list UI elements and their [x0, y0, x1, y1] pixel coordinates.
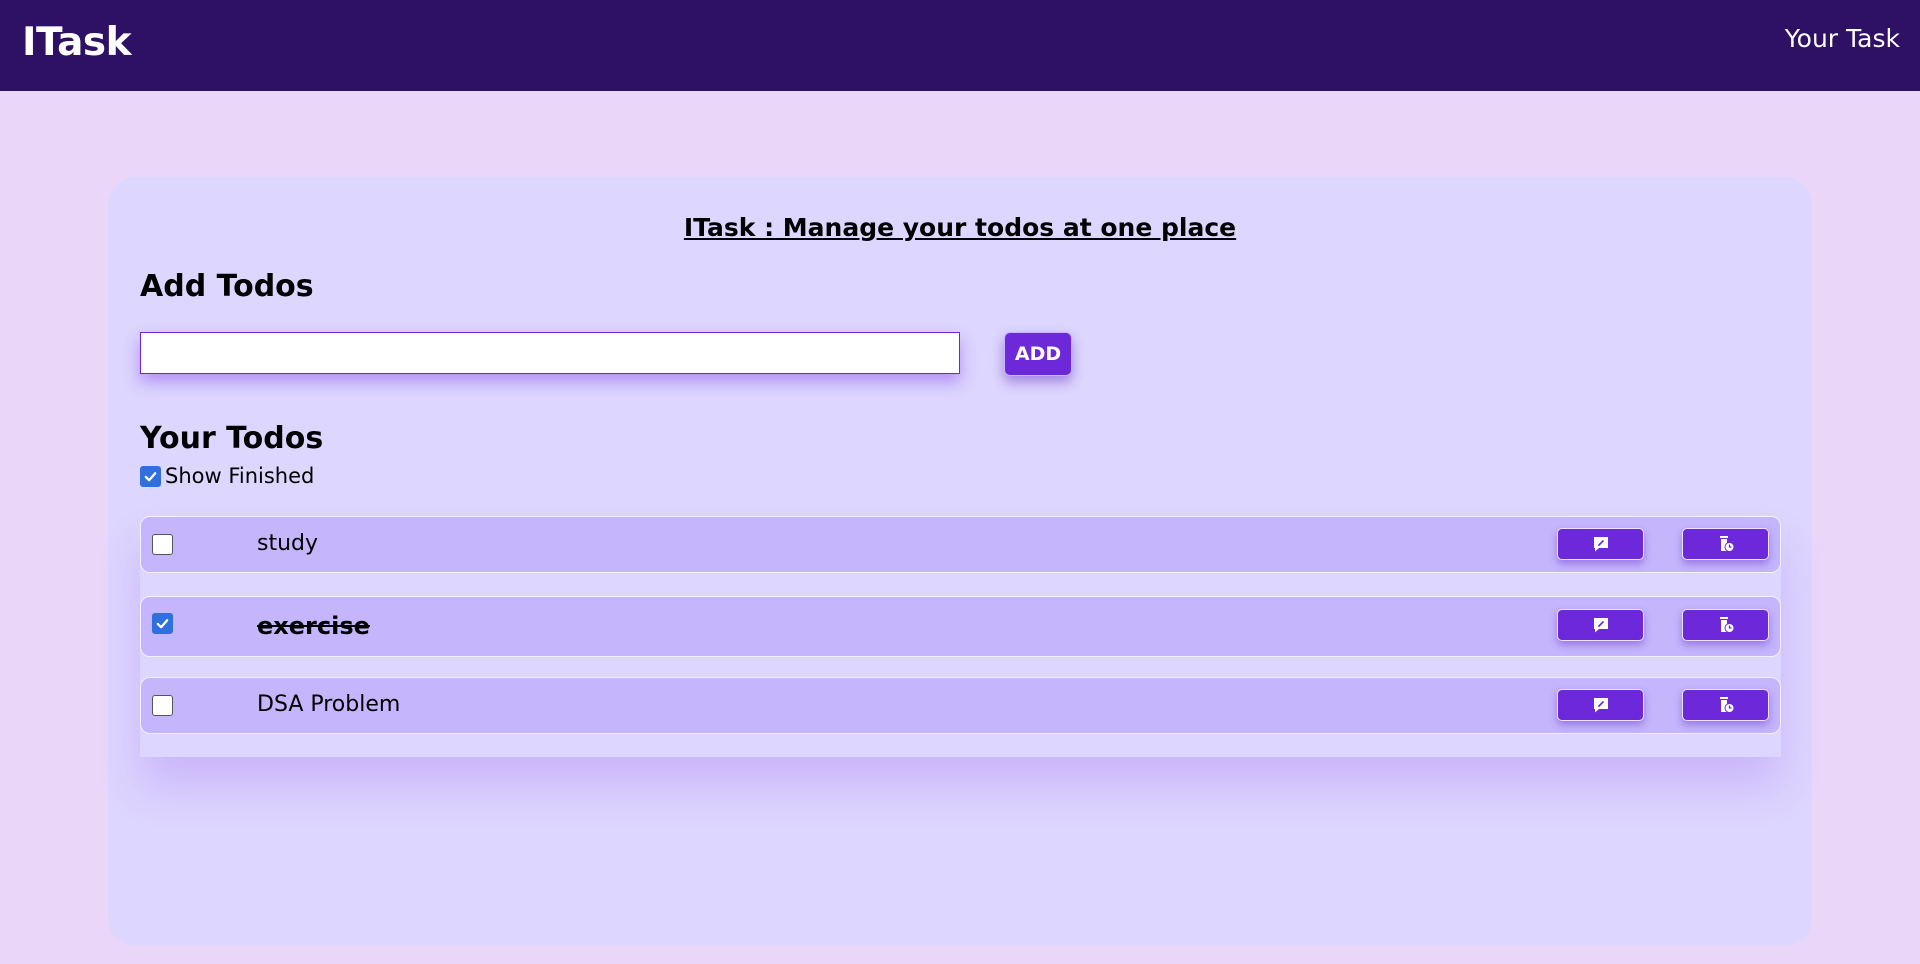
todo-text: exercise [257, 612, 370, 640]
delete-button[interactable] [1682, 528, 1769, 560]
brand-logo[interactable]: ITask [22, 20, 132, 65]
todo-checkbox[interactable] [152, 534, 173, 555]
edit-icon [1593, 698, 1608, 713]
add-button[interactable]: ADD [1004, 332, 1072, 376]
todo-text: DSA Problem [257, 692, 401, 717]
delete-icon [1719, 617, 1734, 633]
todo-item: exercise [140, 596, 1781, 657]
show-finished-checkbox[interactable] [140, 465, 161, 487]
todo-checkbox[interactable] [152, 613, 173, 634]
delete-button[interactable] [1682, 689, 1769, 721]
delete-icon [1719, 697, 1734, 713]
todo-checkbox[interactable] [152, 695, 173, 716]
show-finished-label: Show Finished [165, 464, 315, 488]
todo-list: study exercise DSA Problem [140, 516, 1781, 757]
main-card: ITask : Manage your todos at one place A… [108, 177, 1812, 946]
check-icon [144, 471, 157, 481]
edit-button[interactable] [1557, 528, 1644, 560]
add-todos-heading: Add Todos [140, 269, 314, 304]
todo-input[interactable] [140, 332, 960, 374]
todo-item: study [140, 516, 1781, 573]
navbar: ITask Your Task [0, 0, 1920, 91]
todo-text: study [257, 531, 319, 556]
show-finished-toggle[interactable]: Show Finished [140, 464, 314, 488]
edit-icon [1593, 618, 1608, 633]
page-title: ITask : Manage your todos at one place [683, 213, 1237, 242]
delete-icon [1719, 536, 1734, 552]
todo-item: DSA Problem [140, 677, 1781, 734]
nav-link-your-task[interactable]: Your Task [1785, 24, 1900, 53]
check-icon [156, 619, 169, 629]
your-todos-heading: Your Todos [140, 421, 324, 456]
delete-button[interactable] [1682, 609, 1769, 641]
edit-icon [1593, 537, 1608, 552]
edit-button[interactable] [1557, 689, 1644, 721]
edit-button[interactable] [1557, 609, 1644, 641]
